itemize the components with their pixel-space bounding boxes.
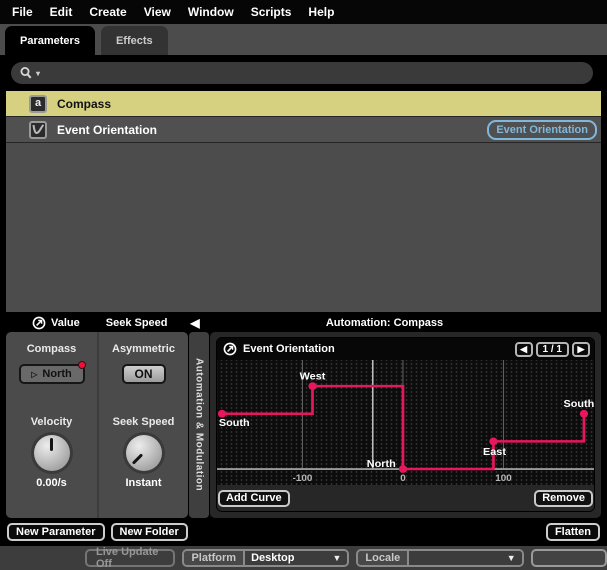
curve-editor-title: Event Orientation (243, 343, 509, 355)
list-item-label: Event Orientation (57, 123, 157, 137)
list-item-label: Compass (57, 97, 111, 111)
svg-text:100: 100 (495, 473, 511, 484)
search-icon (19, 66, 34, 81)
knob-pointer (50, 438, 53, 451)
menu-edit[interactable]: Edit (50, 5, 73, 19)
svg-text:East: East (483, 447, 506, 458)
knob-pointer (132, 453, 143, 464)
seek-speed-value: Instant (125, 477, 161, 489)
tab-effects[interactable]: Effects (101, 26, 168, 55)
deck: Compass ▷ North Velocity 0.00/s Asymmetr… (6, 332, 601, 518)
chevron-down-icon: ▼ (501, 553, 516, 563)
parameter-list: a Compass Event Orientation Event Orient… (6, 91, 601, 312)
locale-label: Locale (358, 551, 409, 565)
waveform-icon (29, 121, 47, 139)
pager-prev-icon[interactable]: ◀ (515, 342, 533, 357)
letter-a-icon: a (29, 95, 47, 113)
curve-pager: ◀ 1 / 1 ▶ (515, 342, 590, 357)
deck-tab-value[interactable]: Value (32, 316, 80, 330)
seek-speed-knob[interactable] (126, 435, 162, 471)
compass-value-dropdown[interactable]: ▷ North (19, 364, 85, 384)
automation-dot-icon (79, 362, 85, 368)
deck-tab-value-label: Value (51, 317, 80, 329)
search-panel: ▾ (0, 55, 607, 91)
bottom-bar: New Parameter New Folder Flatten (0, 518, 607, 546)
menu-file[interactable]: File (12, 5, 33, 19)
menu-view[interactable]: View (144, 5, 171, 19)
compass-label: Compass (27, 343, 77, 355)
list-item-compass[interactable]: a Compass (6, 91, 601, 117)
velocity-knob[interactable] (34, 435, 70, 471)
collapse-left-icon[interactable]: ◀ (182, 316, 208, 330)
svg-text:0: 0 (400, 473, 405, 484)
dial-icon (223, 342, 237, 356)
new-folder-button[interactable]: New Folder (111, 523, 188, 541)
menu-help[interactable]: Help (308, 5, 334, 19)
tab-strip: Parameters Effects (0, 24, 607, 55)
platform-select[interactable]: Desktop ▼ (245, 551, 347, 565)
dropdown-triangle-icon: ▷ (31, 370, 37, 379)
platform-value: Desktop (251, 552, 294, 564)
svg-text:South: South (219, 419, 250, 430)
chevron-down-icon: ▼ (327, 553, 342, 563)
platform-combo: Platform Desktop ▼ (182, 549, 349, 567)
pager-next-icon[interactable]: ▶ (572, 342, 590, 357)
menu-scripts[interactable]: Scripts (251, 5, 292, 19)
automation-curve-svg: -100 0 100 South West North East South (217, 360, 594, 485)
svg-text:North: North (367, 459, 396, 470)
dial-icon (32, 316, 46, 330)
automation-modulation-side-tab[interactable]: Automation & Modulation (189, 332, 209, 518)
live-update-toggle[interactable]: Live Update Off (85, 549, 175, 567)
seek-speed-column: Asymmetric ON Seek Speed Instant (97, 332, 188, 518)
menu-bar: File Edit Create View Window Scripts Hel… (0, 0, 607, 24)
asymmetric-label: Asymmetric (112, 343, 175, 355)
velocity-label: Velocity (31, 416, 73, 428)
list-item-event-orientation[interactable]: Event Orientation Event Orientation (6, 117, 601, 143)
svg-text:South: South (564, 399, 594, 410)
curve-editor-header: Event Orientation ◀ 1 / 1 ▶ (217, 338, 594, 360)
svg-text:West: West (300, 372, 326, 383)
status-extra-field[interactable] (531, 549, 607, 567)
tab-parameters[interactable]: Parameters (5, 26, 95, 55)
value-column: Compass ▷ North Velocity 0.00/s (6, 332, 97, 518)
automation-title: Automation: Compass (208, 317, 601, 329)
search-input[interactable]: ▾ (11, 62, 593, 84)
compass-value: North (42, 368, 71, 380)
asymmetric-toggle[interactable]: ON (122, 364, 166, 384)
remove-curve-button[interactable]: Remove (534, 490, 593, 507)
deck-header: Value Seek Speed ◀ Automation: Compass (6, 313, 601, 332)
automation-pane: Event Orientation ◀ 1 / 1 ▶ -100 0 100 Sout… (210, 332, 601, 518)
automation-curve-plot[interactable]: -100 0 100 South West North East South (217, 360, 594, 485)
curve-editor-footer: Add Curve Remove (217, 485, 594, 511)
search-filter-caret-icon[interactable]: ▾ (36, 69, 40, 78)
flatten-button[interactable]: Flatten (546, 523, 600, 541)
velocity-value: 0.00/s (36, 477, 67, 489)
new-parameter-button[interactable]: New Parameter (7, 523, 105, 541)
curve-editor-panel: Event Orientation ◀ 1 / 1 ▶ -100 0 100 Sout… (216, 337, 595, 512)
seek-speed-label: Seek Speed (113, 416, 175, 428)
built-in-parameter-badge[interactable]: Event Orientation (487, 120, 597, 140)
menu-create[interactable]: Create (89, 5, 126, 19)
locale-combo: Locale ▼ (356, 549, 523, 567)
side-tab-label: Automation & Modulation (194, 358, 205, 491)
deck-tab-seek-speed[interactable]: Seek Speed (106, 317, 168, 329)
menu-window[interactable]: Window (188, 5, 234, 19)
status-bar: Live Update Off Platform Desktop ▼ Local… (0, 546, 607, 570)
pager-page-label: 1 / 1 (536, 342, 569, 357)
locale-select[interactable]: ▼ (409, 551, 521, 565)
platform-label: Platform (184, 551, 245, 565)
add-curve-button[interactable]: Add Curve (218, 490, 290, 507)
svg-text:-100: -100 (293, 473, 313, 484)
parameter-control-panel: Compass ▷ North Velocity 0.00/s Asymmetr… (6, 332, 188, 518)
